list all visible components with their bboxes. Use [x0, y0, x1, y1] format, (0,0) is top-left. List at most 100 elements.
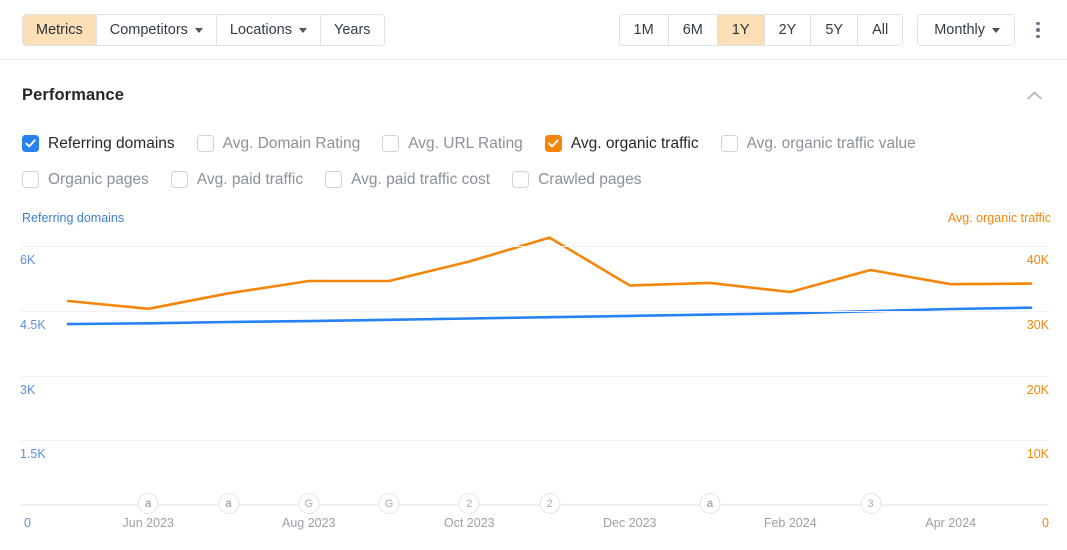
metric-label: Avg. paid traffic	[196, 170, 304, 188]
checkbox-checked-icon[interactable]	[22, 135, 39, 152]
chevron-down-icon	[992, 28, 1000, 33]
metric-toggle-avg-paid-traffic[interactable]: Avg. paid traffic	[170, 170, 304, 189]
range-tab-label: 2Y	[778, 22, 797, 38]
range-tab-label: 1M	[633, 22, 654, 38]
range-tab-5y[interactable]: 5Y	[811, 15, 859, 45]
metric-label: Avg. organic traffic value	[746, 134, 916, 152]
chevron-down-icon	[194, 27, 203, 33]
chart-event-badge-multi-update[interactable]: 2	[458, 493, 480, 514]
right-axis-tick: 10K	[1026, 447, 1049, 461]
x-axis-tick-label: Feb 2024	[763, 516, 817, 530]
metric-toggle-avg-organic-traffic[interactable]: Avg. organic traffic	[544, 134, 699, 153]
performance-panel-header: Performance	[22, 78, 1045, 112]
chart-event-badge-google-update[interactable]: G	[378, 493, 400, 514]
toolbar-right-cluster: 1M 6M 1Y 2Y 5Y All Monthly	[618, 14, 1049, 46]
checkbox-unchecked-icon[interactable]	[170, 171, 188, 188]
range-tab-label: All	[872, 22, 889, 38]
range-tab-1m[interactable]: 1M	[619, 15, 669, 45]
check-glyph	[25, 139, 36, 148]
checkbox-unchecked-icon[interactable]	[512, 171, 530, 188]
kebab-dot	[1036, 28, 1040, 32]
right-axis-tick: 40K	[1026, 252, 1049, 267]
metric-label: Organic pages	[48, 170, 149, 188]
x-axis-tick-label: Jun 2023	[122, 516, 174, 530]
chart-line-avg-organic-traffic	[68, 238, 1031, 309]
right-axis-tick: 20K	[1026, 382, 1049, 397]
chart-event-badge-algo-update[interactable]: a	[699, 493, 721, 514]
nav-tab-label: Locations	[229, 21, 292, 38]
check-glyph	[548, 139, 559, 148]
x-axis-tick-label: Aug 2023	[281, 516, 336, 530]
chart-gridline	[20, 375, 1049, 377]
range-tab-label: 5Y	[825, 22, 844, 38]
metric-toggle-avg-url-rating[interactable]: Avg. URL Rating	[382, 135, 523, 153]
granularity-dropdown[interactable]: Monthly	[917, 14, 1015, 46]
metric-toggle-avg-domain-rating[interactable]: Avg. Domain Rating	[196, 134, 361, 153]
checkbox-checked-icon[interactable]	[544, 135, 562, 152]
chart-gridline	[20, 310, 1049, 312]
chart-plot-area: 6K 40K 4.5K 30K 3K 20K 1.5K 10K	[0, 246, 1067, 510]
checkbox-unchecked-icon[interactable]	[382, 135, 400, 152]
right-axis-title: Avg. organic traffic	[947, 211, 1051, 225]
range-tab-1y[interactable]: 1Y	[717, 15, 765, 45]
range-tab-all[interactable]: All	[858, 15, 903, 45]
chart-event-badge-algo-update[interactable]: a	[137, 493, 159, 514]
x-axis-line	[20, 504, 1049, 505]
left-axis-tick: 6K	[20, 252, 36, 267]
kebab-menu-icon[interactable]	[1027, 14, 1049, 46]
range-tab-label: 6M	[682, 22, 703, 38]
top-toolbar: Metrics Competitors Locations Years 1M 6M 1Y 2…	[0, 0, 1067, 60]
metric-label: Avg. Domain Rating	[222, 134, 361, 152]
chart-gridline	[20, 440, 1049, 442]
kebab-dot	[1036, 21, 1040, 26]
checkbox-unchecked-icon[interactable]	[22, 171, 39, 188]
metric-toggle-crawled-pages[interactable]: Crawled pages	[512, 170, 642, 189]
metric-toggle-avg-organic-traffic-value[interactable]: Avg. organic traffic value	[720, 134, 916, 153]
checkbox-unchecked-icon[interactable]	[720, 135, 738, 152]
x-axis-tick-label: Apr 2024	[925, 516, 977, 530]
metric-toggle-organic-pages[interactable]: Organic pages	[22, 171, 149, 189]
chevron-down-icon	[298, 27, 307, 33]
left-axis-zero-label: 0	[24, 516, 31, 530]
x-axis-tick-label: Dec 2023	[602, 516, 657, 530]
chart-event-badge-multi-update[interactable]: 3	[860, 493, 881, 514]
metric-label: Avg. organic traffic	[570, 134, 699, 152]
checkbox-unchecked-icon[interactable]	[325, 171, 343, 188]
nav-tab-years[interactable]: Years	[320, 14, 384, 45]
metric-row-secondary: Organic pages Avg. paid traffic Avg. paid …	[22, 166, 1052, 193]
nav-tab-locations[interactable]: Locations	[216, 14, 321, 45]
metric-toggle-avg-paid-traffic-cost[interactable]: Avg. paid traffic cost	[325, 171, 490, 189]
metric-label: Avg. paid traffic cost	[351, 170, 491, 188]
range-tab-2y[interactable]: 2Y	[764, 15, 812, 45]
performance-chart: Referring domains Avg. organic traffic 6…	[0, 205, 1067, 550]
nav-tab-metrics[interactable]: Metrics	[23, 14, 97, 45]
left-axis-tick: 1.5K	[20, 447, 46, 461]
left-axis-tick: 3K	[20, 382, 36, 397]
chevron-up-icon[interactable]	[1023, 84, 1045, 106]
chart-gridline	[20, 246, 1049, 247]
metric-label: Referring domains	[48, 134, 175, 152]
nav-tab-label: Competitors	[109, 21, 188, 38]
chart-series-lines	[0, 246, 1067, 510]
kebab-dot	[1036, 34, 1040, 39]
checkbox-unchecked-icon[interactable]	[196, 135, 214, 152]
metric-toggle-list: Referring domains Avg. Domain Rating Avg. …	[22, 130, 1052, 202]
chevron-up-glyph	[1026, 91, 1042, 99]
range-tab-label: 1Y	[731, 22, 750, 38]
chart-event-badge-google-update[interactable]: G	[298, 493, 320, 514]
right-axis-tick: 30K	[1026, 317, 1049, 332]
nav-tab-competitors[interactable]: Competitors	[96, 14, 217, 45]
chart-x-axis: 0 0 Jun 2023 Aug 2023 Oct 2023 Dec 2023 Feb …	[0, 493, 1067, 550]
page-title: Performance	[22, 85, 124, 104]
metric-toggle-referring-domains[interactable]: Referring domains	[22, 135, 175, 153]
metric-label: Avg. URL Rating	[408, 134, 523, 152]
granularity-dropdown-button[interactable]: Monthly	[918, 15, 1014, 45]
metric-row-primary: Referring domains Avg. Domain Rating Avg. …	[22, 130, 1052, 157]
chart-event-badge-algo-update[interactable]: a	[218, 493, 239, 514]
metric-label: Crawled pages	[538, 170, 642, 188]
date-range-group: 1M 6M 1Y 2Y 5Y All	[618, 14, 904, 46]
range-tab-6m[interactable]: 6M	[668, 15, 718, 45]
performance-dashboard: Metrics Competitors Locations Years 1M 6M 1Y 2…	[0, 0, 1067, 550]
left-axis-tick: 4.5K	[20, 317, 46, 332]
chart-event-badge-multi-update[interactable]: 2	[539, 493, 560, 514]
